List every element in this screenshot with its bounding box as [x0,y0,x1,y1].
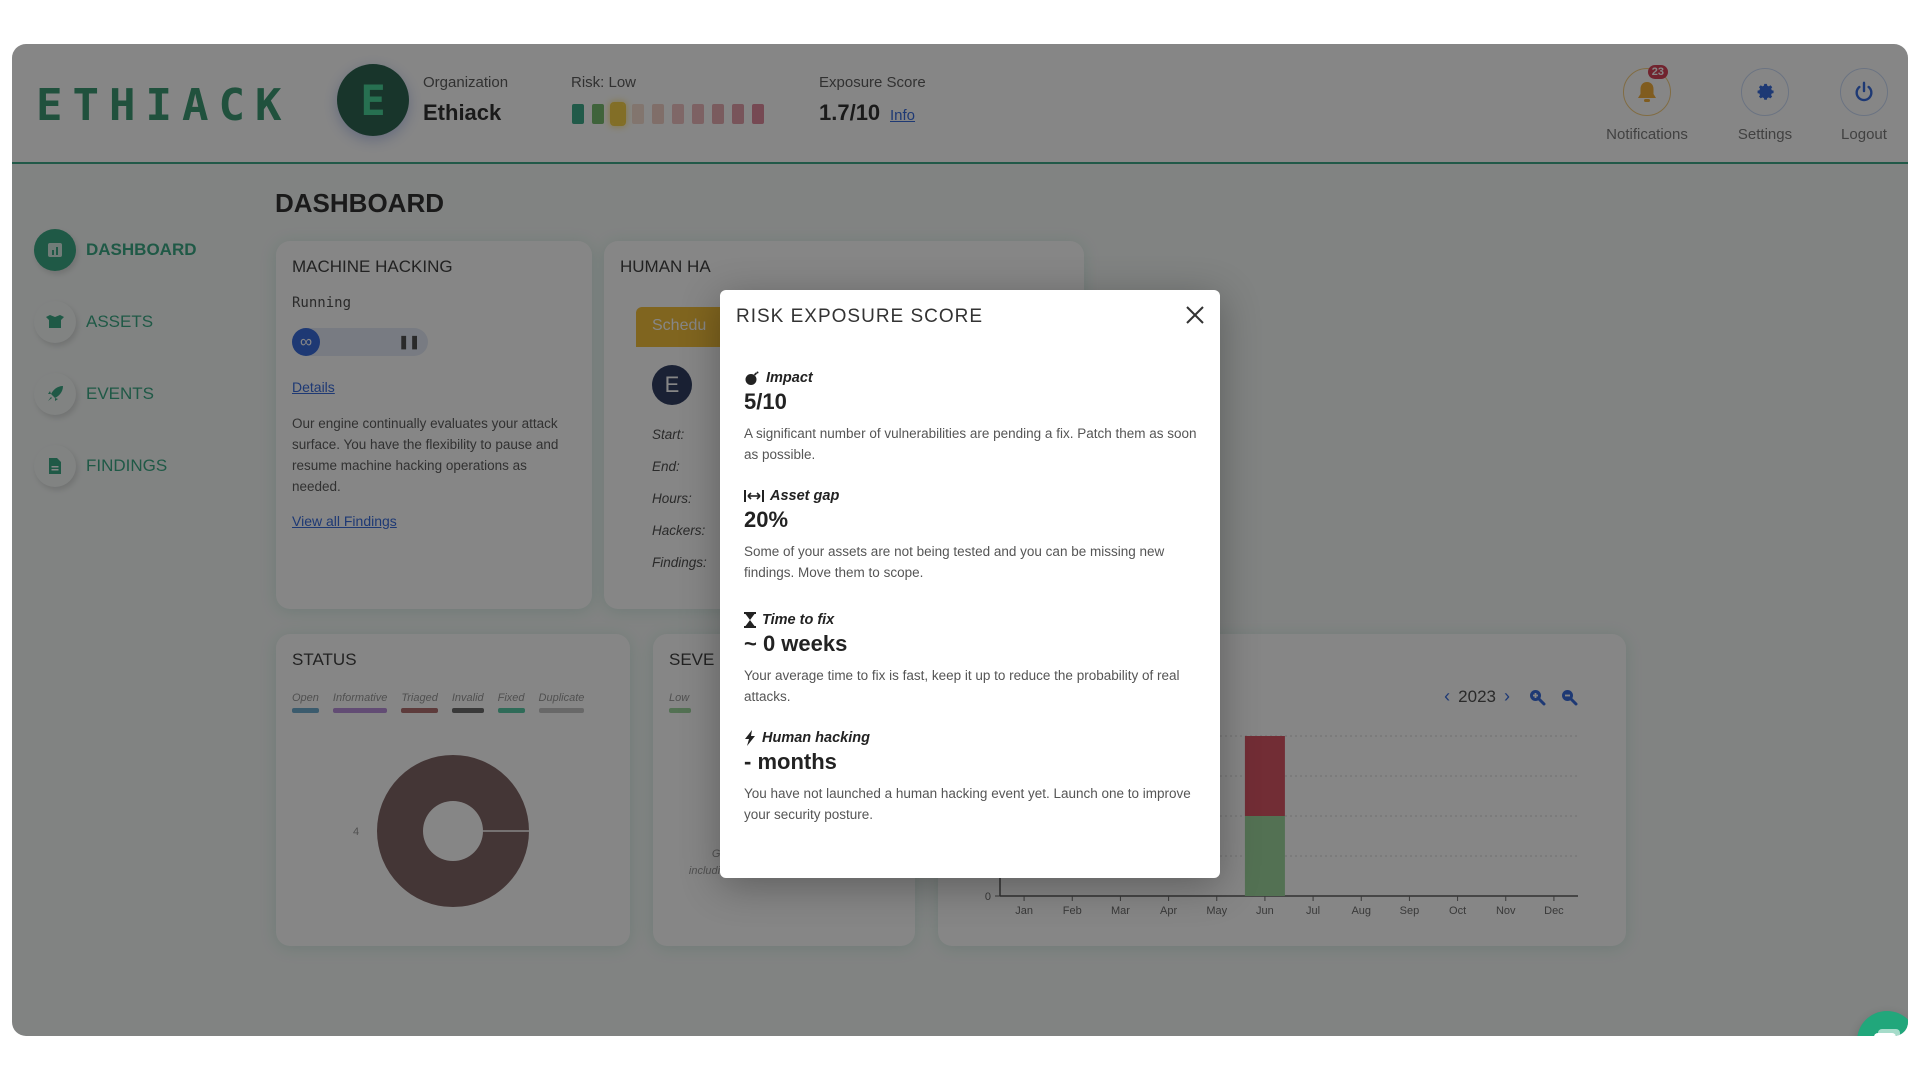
metric-label: Asset gap [770,488,840,504]
metric-value: 5/10 [744,389,787,414]
metric-label: Time to fix [762,612,835,628]
metric-description: Some of your assets are not being tested… [744,544,1165,580]
risk-exposure-modal: RISK EXPOSURE SCORE Impact 5/10 A signif… [720,290,1220,878]
close-icon[interactable] [1184,304,1206,326]
metric-value: ~ 0 weeks [744,631,848,656]
metric-header: Impact [744,370,1199,386]
arrows-width-icon [744,490,764,502]
metric-value: - months [744,749,837,774]
impact-metric: Impact 5/10 A significant number of vuln… [744,370,1199,465]
asset-gap-metric: Asset gap 20% Some of your assets are no… [744,488,1199,583]
metric-header: Time to fix [744,612,1199,628]
metric-label: Human hacking [762,730,870,746]
human-hacking-metric: Human hacking - months You have not laun… [744,730,1199,825]
app-window: ETHIACK E Organization Ethiack Risk: Low… [12,44,1908,1036]
metric-description: You have not launched a human hacking ev… [744,786,1191,822]
metric-header: Human hacking [744,730,1199,746]
time-to-fix-metric: Time to fix ~ 0 weeks Your average time … [744,612,1199,707]
bolt-icon [745,730,755,746]
metric-value: 20% [744,507,789,532]
metric-description: Your average time to fix is fast, keep i… [744,668,1180,704]
bomb-icon [745,371,759,385]
metric-label: Impact [766,370,813,386]
hourglass-icon [744,612,756,628]
metric-description: A significant number of vulnerabilities … [744,426,1197,462]
modal-title: RISK EXPOSURE SCORE [736,306,984,327]
metric-header: Asset gap [744,488,1199,504]
chat-bubble-icon [1874,1029,1900,1036]
